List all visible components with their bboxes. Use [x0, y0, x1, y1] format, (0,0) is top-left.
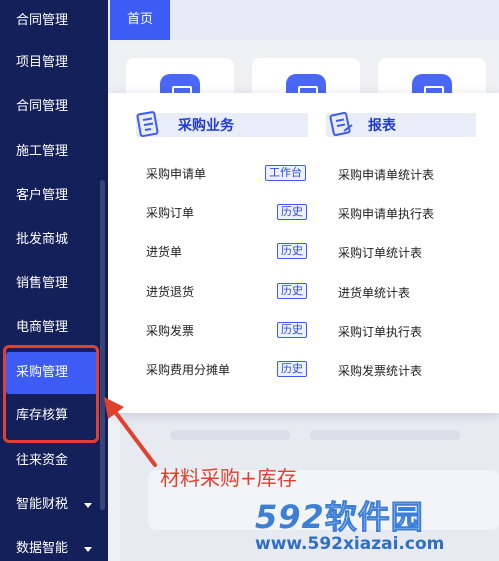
menu-item-receipt[interactable]: 进货单 — [146, 243, 182, 260]
history-tag[interactable]: 历史 — [277, 283, 307, 299]
history-tag[interactable]: 历史 — [277, 322, 307, 338]
document-list-icon — [136, 111, 159, 138]
watermark-logo: 592软件园 — [255, 492, 424, 538]
sidebar-item-contract[interactable]: 合同管理 — [0, 0, 100, 42]
menu-item-report-invoice-stats[interactable]: 采购发票统计表 — [338, 362, 422, 379]
tab-home[interactable]: 首页 — [110, 0, 170, 40]
sidebar-item-sales[interactable]: 销售管理 — [0, 263, 100, 305]
watermark-logo-number: 592 — [255, 498, 325, 536]
menu-item-purchase-return[interactable]: 进货退货 — [146, 283, 194, 300]
menu-item-purchase-cost-allocation[interactable]: 采购费用分摊单 — [146, 361, 230, 378]
sidebar-item-label: 批发商城 — [16, 232, 69, 247]
sidebar-item-label: 电商管理 — [16, 320, 69, 335]
chevron-down-icon — [84, 547, 92, 552]
section-title-reports: 报表 — [368, 118, 396, 134]
sidebar-item-label: 智能财税 — [16, 497, 69, 512]
sidebar-item-label: 合同管理 — [16, 13, 69, 28]
menu-item-report-receipt-stats[interactable]: 进货单统计表 — [338, 284, 410, 301]
sidebar-item-finance-tax[interactable]: 智能财税 — [0, 484, 100, 526]
highlight-box — [3, 345, 99, 443]
placeholder-bar — [170, 430, 290, 440]
tab-home-label: 首页 — [126, 12, 153, 27]
history-tag[interactable]: 历史 — [277, 243, 307, 259]
workbench-tag[interactable]: 工作台 — [265, 165, 306, 181]
annotation-text: 材料采购+库存 — [160, 466, 297, 490]
watermark: 592软件园 www.592xiazai.com — [255, 492, 495, 558]
sidebar-item-customer[interactable]: 客户管理 — [0, 175, 100, 217]
section-title-purchase: 采购业务 — [178, 118, 234, 134]
menu-item-purchase-order[interactable]: 采购订单 — [146, 204, 194, 221]
sidebar-item-project[interactable]: 项目管理 — [0, 42, 100, 84]
sidebar-item-label: 数据智能 — [16, 541, 69, 556]
sidebar-item-label: 客户管理 — [16, 188, 69, 203]
sidebar-item-data-intelligence[interactable]: 数据智能 — [0, 528, 100, 561]
sidebar: 合同管理 项目管理 合同管理 施工管理 客户管理 批发商城 销售管理 电商管理 … — [0, 0, 108, 561]
sidebar-item-label: 往来资金 — [16, 453, 69, 468]
menu-item-report-order-execution[interactable]: 采购订单执行表 — [338, 323, 422, 340]
menu-item-purchase-request[interactable]: 采购申请单 — [146, 165, 206, 182]
history-tag[interactable]: 历史 — [277, 361, 307, 377]
sidebar-item-contract-2[interactable]: 合同管理 — [0, 86, 100, 128]
purchase-dropdown-menu: 采购业务 报表 采购申请单 工作台 采购订单 历史 进货单 历史 进货退货 历史… — [108, 93, 499, 413]
sidebar-item-wholesale[interactable]: 批发商城 — [0, 219, 100, 261]
sidebar-item-label: 销售管理 — [16, 276, 69, 291]
sidebar-item-construction[interactable]: 施工管理 — [0, 131, 100, 173]
report-icon — [329, 111, 353, 137]
watermark-url: www.592xiazai.com — [255, 534, 445, 554]
history-tag[interactable]: 历史 — [277, 204, 307, 220]
sidebar-item-funds[interactable]: 往来资金 — [0, 440, 100, 482]
sidebar-item-ecommerce[interactable]: 电商管理 — [0, 307, 100, 349]
menu-item-purchase-invoice[interactable]: 采购发票 — [146, 322, 194, 339]
menu-item-report-request-execution[interactable]: 采购申请单执行表 — [338, 205, 434, 222]
sidebar-item-label: 合同管理 — [16, 99, 69, 114]
menu-item-report-order-stats[interactable]: 采购订单统计表 — [338, 244, 422, 261]
menu-item-report-request-stats[interactable]: 采购申请单统计表 — [338, 166, 434, 183]
placeholder-bar — [310, 430, 460, 440]
chevron-down-icon — [84, 503, 92, 508]
sidebar-item-label: 施工管理 — [16, 144, 69, 159]
watermark-logo-text: 软件园 — [324, 498, 424, 537]
sidebar-item-label: 项目管理 — [16, 55, 69, 70]
